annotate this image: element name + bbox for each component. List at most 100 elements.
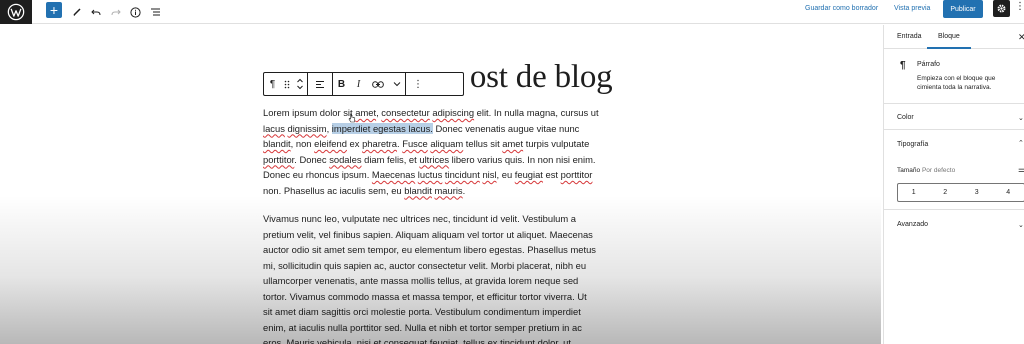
spellcheck-word: Fusce <box>402 138 428 149</box>
drag-handle[interactable] <box>281 73 293 95</box>
editor-canvas: Entrada de mi post de blog ¶ B I <box>0 25 881 344</box>
preview-button[interactable]: Vista previa <box>894 0 930 18</box>
block-toolbar: ¶ B I ⋮ <box>263 72 464 96</box>
text-line: Donec eu rhoncus ipsum. Maecenas luctus … <box>263 169 593 180</box>
text-line: ullamcorper venenatis, ante massa mollis… <box>263 275 579 286</box>
typography-panel-toggle[interactable]: Tipografía <box>897 141 928 148</box>
details-button[interactable] <box>129 0 141 24</box>
redo-button[interactable] <box>110 0 122 24</box>
paragraph-icon: ¶ <box>269 78 276 90</box>
color-panel-toggle[interactable]: Color <box>897 114 914 121</box>
link-button[interactable] <box>367 73 388 95</box>
list-view-icon <box>150 8 160 16</box>
font-size-option-3[interactable]: 3 <box>961 184 993 201</box>
spellcheck-word: luctus <box>417 169 443 180</box>
chevron-down-icon: ⌄ <box>1018 115 1024 122</box>
align-left-icon <box>316 80 324 88</box>
font-size-option-1[interactable]: 1 <box>898 184 930 201</box>
editor-header: + Guardar como borrador Vista previa Pub… <box>0 0 1024 24</box>
text-line: enim, at iaculis nulla porttitor sed. Nu… <box>263 321 582 333</box>
plus-icon: + <box>49 2 59 18</box>
spellcheck-word: dignissim <box>287 122 327 134</box>
align-button[interactable] <box>308 73 332 95</box>
list-view-button[interactable] <box>149 0 161 24</box>
undo-button[interactable] <box>90 0 102 24</box>
font-size-picker: 1 2 3 4 <box>897 183 1024 202</box>
text-line: auctor odio sit amet sem tempor, eu elem… <box>263 244 596 255</box>
sidebar-tabs: Entrada Bloque ✕ <box>884 25 1024 49</box>
spellcheck-word: porttitor <box>263 153 295 165</box>
chevron-up-down-icon <box>297 78 303 90</box>
spellcheck-word: pharetra <box>362 138 397 149</box>
spellcheck-word: porttitor <box>560 169 593 180</box>
text-line: porttitor. Donec sodales diam felis, et … <box>263 153 596 165</box>
spellcheck-word: sodales <box>329 153 362 165</box>
text-line: lacus dignissim, imperdiet egestas lacus… <box>263 122 580 134</box>
text-line: non. Phasellus ac iaculis sem, eu blandi… <box>263 184 466 196</box>
spellcheck-word: eleifend <box>314 138 347 149</box>
close-icon[interactable]: ✕ <box>1018 32 1024 43</box>
block-type-button[interactable]: ¶ <box>264 73 281 95</box>
text-line: sit amet diam sagittis orci molestie por… <box>263 306 581 317</box>
settings-button[interactable] <box>993 0 1010 17</box>
undo-icon <box>91 9 101 16</box>
drag-handle-icon <box>284 80 290 88</box>
italic-button[interactable]: I <box>350 73 367 95</box>
block-options-button[interactable]: ⋮ <box>406 73 430 95</box>
divider <box>884 103 1024 104</box>
options-group: ⋮ <box>406 73 430 95</box>
chevron-up-icon: ⌃ <box>1018 140 1024 147</box>
spellcheck-word: ultrices <box>419 153 450 165</box>
spellcheck-word: aliquam <box>430 138 464 149</box>
block-switcher-group: ¶ <box>264 73 308 95</box>
block-card-title: Párrafo <box>917 61 940 68</box>
text-line: Lorem ipsum dolor sit amet, consectetur … <box>263 107 599 118</box>
settings-icon[interactable]: ⚌ <box>1018 165 1024 174</box>
paragraph-block-2[interactable]: Vivamus nunc leo, vulputate nec ultrices… <box>263 211 618 344</box>
advanced-panel-toggle[interactable]: Avanzado <box>897 221 928 228</box>
add-block-button[interactable]: + <box>46 2 62 18</box>
tab-entrada[interactable]: Entrada <box>897 25 922 49</box>
redo-icon <box>111 9 121 16</box>
text-line: mi, sollicitudin quis sapien ac, auctor … <box>263 259 587 271</box>
paragraph-block-1[interactable]: Lorem ipsum dolor sit amet, consectetur … <box>263 105 618 198</box>
spellcheck-word: lacus <box>263 122 285 134</box>
font-size-option-2[interactable]: 2 <box>930 184 962 201</box>
alignment-group <box>308 73 333 95</box>
post-title-visible: ost de blog <box>469 59 613 95</box>
selected-text: imperdiet egestas lacus. <box>331 122 433 134</box>
more-vertical-icon[interactable]: ⋮ <box>1015 1 1024 12</box>
text-line: tortor. Vivamus commodo massa et massa t… <box>263 290 587 302</box>
font-size-option-4[interactable]: 4 <box>993 184 1024 201</box>
save-draft-button[interactable]: Guardar como borrador <box>805 0 878 18</box>
spellcheck-word: Maecenas <box>371 169 416 180</box>
gear-icon <box>997 4 1006 13</box>
settings-sidebar: Entrada Bloque ✕ ¶ Párrafo Empieza con e… <box>883 25 1024 344</box>
text-line: eros. Mauris vehicula, nisi et consequat… <box>263 337 571 344</box>
text-line: pretium velit, vel finibus sapien. Aliqu… <box>263 228 593 240</box>
spellcheck-word: blandit <box>404 184 432 196</box>
paragraph-icon: ¶ <box>900 60 906 71</box>
spellcheck-word: consectetur <box>381 107 430 118</box>
move-up-down-buttons[interactable] <box>293 73 307 95</box>
chevron-down-icon <box>393 82 400 87</box>
more-rich-text-button[interactable] <box>388 73 405 95</box>
wordpress-icon <box>7 3 25 21</box>
tab-bloque[interactable]: Bloque <box>927 25 971 49</box>
wordpress-logo[interactable] <box>0 0 32 24</box>
spellcheck-word: nisl <box>482 169 497 180</box>
divider <box>884 209 1024 210</box>
text-line: Vivamus nunc leo, vulputate nec ultrices… <box>263 213 577 224</box>
spellcheck-word: blandit <box>263 138 291 149</box>
spellcheck-word: mauris <box>434 184 463 196</box>
info-icon <box>129 6 141 18</box>
tools-button[interactable] <box>71 0 83 24</box>
pen-icon <box>73 8 81 16</box>
spellcheck-word: amet <box>502 138 524 149</box>
spellcheck-word: feugiat <box>514 169 543 180</box>
publish-button[interactable]: Publicar <box>943 0 983 18</box>
link-icon <box>371 80 384 88</box>
chevron-down-icon: ⌄ <box>1018 222 1024 229</box>
bold-button[interactable]: B <box>333 73 350 95</box>
more-vertical-icon: ⋮ <box>413 78 423 90</box>
